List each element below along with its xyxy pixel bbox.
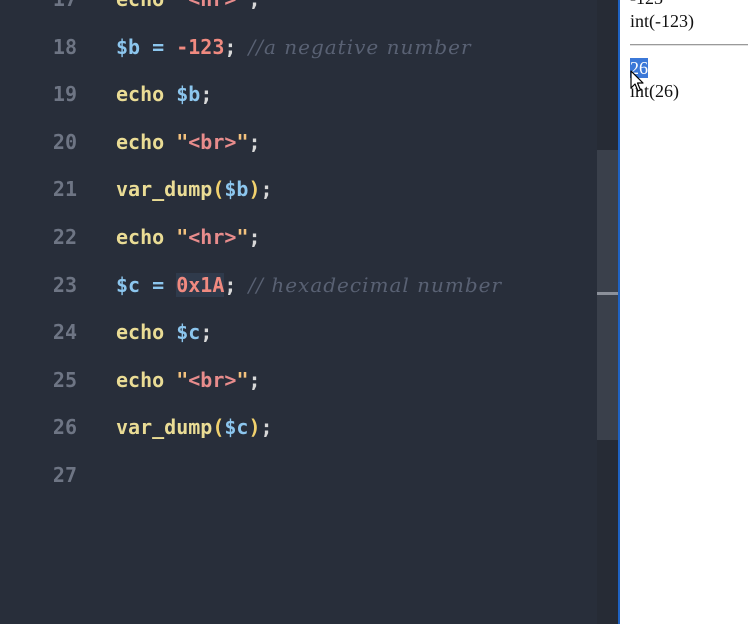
- code-token: <hr>: [188, 225, 237, 249]
- code-token: ": [236, 0, 248, 11]
- scrollbar-position-marker: [597, 292, 618, 295]
- code-token: ;: [224, 272, 249, 297]
- code-text[interactable]: $b = -123; //a negative number: [116, 35, 472, 59]
- code-line[interactable]: 27: [0, 463, 597, 510]
- code-token: $c: [224, 415, 249, 440]
- code-token: echo: [116, 367, 165, 392]
- code-token: ": [236, 225, 249, 249]
- code-token: -123: [176, 34, 225, 59]
- code-text[interactable]: echo "<hr>";: [116, 225, 261, 249]
- code-line[interactable]: 20 echo "<br>";: [0, 130, 597, 177]
- line-number: 21: [52, 177, 77, 202]
- code-token: ;: [248, 0, 260, 11]
- code-token: ): [248, 177, 261, 202]
- code-token: $c: [176, 320, 201, 345]
- code-token: <hr>: [188, 0, 236, 11]
- code-line[interactable]: 18 $b = -123; //a negative number: [0, 35, 597, 82]
- code-token: ": [236, 129, 249, 154]
- code-token: ;: [200, 82, 213, 107]
- code-line[interactable]: 22 echo "<hr>";: [0, 225, 597, 272]
- code-token: ;: [248, 129, 261, 154]
- code-token: ": [176, 0, 188, 11]
- code-token: ): [248, 415, 261, 440]
- code-text[interactable]: var_dump($b);: [116, 177, 273, 201]
- line-number: 17: [0, 0, 77, 11]
- line-number: 20: [52, 129, 77, 154]
- code-text[interactable]: echo "<hr>";: [116, 0, 261, 11]
- code-token: (: [212, 415, 225, 440]
- code-token: $b: [224, 177, 249, 202]
- code-text[interactable]: echo "<br>";: [116, 368, 261, 392]
- line-number: 18: [52, 34, 77, 59]
- code-token: // hexadecimal number: [248, 272, 503, 297]
- code-token: //a negative number: [248, 34, 472, 59]
- line-number: 24: [52, 320, 77, 345]
- code-token: $c: [116, 272, 141, 297]
- code-line[interactable]: 19 echo $b;: [0, 82, 597, 129]
- code-token: ;: [248, 225, 261, 249]
- editor-scrollbar-thumb[interactable]: [597, 150, 618, 440]
- code-token: echo: [116, 82, 165, 107]
- code-line[interactable]: 24 echo $c;: [0, 320, 597, 367]
- line-number: 27: [52, 463, 77, 487]
- code-token: ;: [260, 177, 273, 202]
- code-token: <br>: [188, 367, 237, 392]
- code-token: <br>: [188, 129, 237, 154]
- code-token: ;: [200, 320, 213, 345]
- code-token: ": [236, 367, 249, 392]
- code-token: ;: [248, 367, 261, 392]
- code-token: $b: [176, 82, 201, 107]
- code-editor[interactable]: 17echo "<hr>";18$b = -123; //a negative …: [0, 0, 597, 624]
- code-line[interactable]: 26 var_dump($c);: [0, 415, 597, 462]
- screen: 17echo "<hr>";18$b = -123; //a negative …: [0, 0, 748, 624]
- code-token: echo: [116, 320, 165, 345]
- code-line[interactable]: 17 echo "<hr>";: [0, 0, 597, 34]
- output-line-int-b: int(-123): [630, 11, 694, 31]
- code-text[interactable]: echo $b;: [116, 82, 212, 106]
- mouse-pointer-icon: [630, 70, 644, 92]
- code-token: echo: [116, 0, 164, 11]
- code-token: var_dump: [116, 177, 213, 202]
- line-number: 22: [52, 225, 77, 249]
- code-token: $b: [116, 34, 141, 59]
- code-token: echo: [116, 129, 165, 154]
- code-text[interactable]: echo $c;: [116, 320, 212, 344]
- code-line[interactable]: 23 $c = 0x1A; // hexadecimal number: [0, 272, 597, 320]
- line-number: 23: [52, 272, 77, 297]
- code-token: =: [140, 34, 177, 59]
- line-number: 19: [52, 82, 77, 107]
- code-token: ": [176, 367, 189, 392]
- code-token: ": [176, 225, 189, 249]
- code-line[interactable]: 21 var_dump($b);: [0, 177, 597, 224]
- code-text[interactable]: echo "<br>";: [116, 130, 261, 154]
- code-token: ": [176, 129, 189, 154]
- code-token: 0x1A: [176, 272, 225, 297]
- code-token: =: [140, 272, 177, 297]
- output-horizontal-rule: [630, 44, 748, 46]
- line-number: 25: [52, 367, 77, 392]
- code-text[interactable]: var_dump($c);: [116, 415, 273, 439]
- code-token: var_dump: [116, 415, 213, 440]
- code-line[interactable]: 25 echo "<br>";: [0, 368, 597, 415]
- code-token: ;: [260, 415, 273, 440]
- code-token: (: [212, 177, 225, 202]
- output-partial-line: -123: [630, 0, 663, 9]
- code-token: ;: [224, 34, 249, 59]
- code-token: echo: [116, 225, 165, 249]
- line-number: 26: [52, 415, 77, 440]
- code-text[interactable]: $c = 0x1A; // hexadecimal number: [116, 272, 503, 297]
